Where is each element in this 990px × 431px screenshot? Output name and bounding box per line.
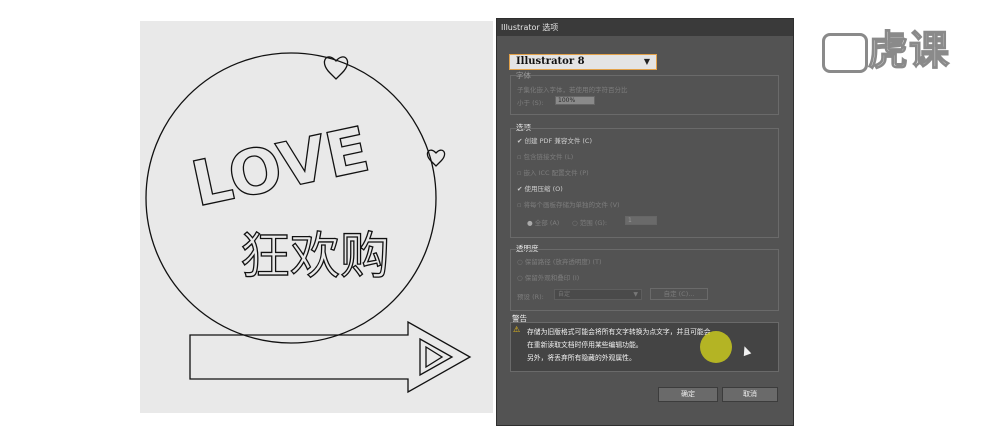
fonts-group-title: 字体: [516, 71, 531, 80]
radio-label: 保留路径 (放弃透明度) (T): [524, 258, 602, 266]
version-value: Illustrator 8: [516, 56, 585, 67]
chevron-down-icon: ▼: [643, 56, 650, 66]
cursor-highlight: [700, 331, 732, 363]
checkbox-label: 创建 PDF 兼容文件 (C): [524, 137, 593, 145]
checkbox-use-compression[interactable]: ✔ 使用压缩 (O): [517, 183, 563, 193]
preset-select[interactable]: 自定 ▼: [554, 289, 642, 300]
preset-label: 预设 (R):: [517, 293, 544, 301]
fonts-description: 子集化嵌入字体，若使用的字符百分比: [517, 86, 628, 94]
check-icon: ✔: [517, 137, 523, 145]
checkbox-label: 包含链接文件 (L): [523, 153, 574, 161]
range-input[interactable]: 1: [625, 216, 657, 225]
preset-value: 自定: [558, 291, 571, 298]
checkbox-empty-icon: ▫: [517, 153, 522, 161]
artwork-svg: LOVE 狂欢购: [145, 52, 472, 394]
cancel-button[interactable]: 取消: [722, 387, 778, 402]
custom-button[interactable]: 自定 (C)...: [650, 288, 708, 300]
checkbox-empty-icon: ▫: [517, 169, 522, 177]
warning-line-3: 另外，将丢弃所有隐藏的外观属性。: [527, 354, 636, 362]
checkbox-label: 使用压缩 (O): [524, 185, 563, 193]
ok-button[interactable]: 确定: [658, 387, 718, 402]
radio-empty-icon: ○: [517, 274, 523, 282]
chinese-text: 狂欢购: [240, 227, 390, 285]
radio-range-label: 范围 (G):: [579, 219, 608, 227]
artwork-canvas: LOVE 狂欢购: [140, 21, 493, 413]
chevron-down-icon: ▼: [633, 291, 638, 298]
huke-logo: 虎课: [822, 18, 950, 75]
radio-preserve-paths[interactable]: ○ 保留路径 (放弃透明度) (T): [517, 256, 602, 266]
love-text: LOVE: [185, 112, 375, 221]
logo-text: 虎课: [867, 27, 950, 74]
logo-mark-icon: [822, 33, 868, 73]
subset-label: 小于 (S):: [517, 99, 544, 107]
version-dropdown[interactable]: Illustrator 8 ▼: [509, 54, 657, 70]
dialog-title: Illustrator 选项: [497, 19, 793, 36]
check-icon: ✔: [517, 185, 523, 193]
fonts-group: [510, 75, 779, 115]
warning-icon: ⚠: [513, 325, 521, 334]
warning-line-2: 在重新读取文档时停用某些编辑功能。: [527, 341, 643, 349]
checkbox-label: 将每个画板存储为单独的文件 (V): [523, 201, 620, 209]
checkbox-pdf-compatible[interactable]: ✔ 创建 PDF 兼容文件 (C): [517, 135, 592, 145]
checkbox-empty-icon: ▫: [517, 201, 522, 209]
radio-label: 保留外观和叠印 (I): [524, 274, 580, 282]
checkbox-include-linked[interactable]: ▫ 包含链接文件 (L): [517, 151, 573, 161]
radio-selected-icon: ●: [527, 219, 533, 227]
radio-empty-icon: ○: [572, 219, 578, 227]
radio-empty-icon: ○: [517, 258, 523, 266]
radio-range[interactable]: ○ 范围 (G):: [572, 217, 607, 227]
radio-preserve-appearance[interactable]: ○ 保留外观和叠印 (I): [517, 272, 579, 282]
checkbox-label: 嵌入 ICC 配置文件 (P): [523, 169, 589, 177]
arrow-shape: [189, 320, 472, 394]
checkbox-save-artboards[interactable]: ▫ 将每个画板存储为单独的文件 (V): [517, 199, 620, 209]
warning-line-1: 存储为旧版格式可能会将所有文字转换为点文字，并且可能会: [527, 328, 711, 336]
illustrator-options-dialog: Illustrator 选项 Illustrator 8 ▼ 字体 子集化嵌入字…: [496, 18, 794, 426]
radio-all[interactable]: ● 全部 (A): [527, 217, 559, 227]
radio-all-label: 全部 (A): [534, 219, 560, 227]
subset-input[interactable]: 100%: [555, 96, 595, 105]
heart-icon: [323, 56, 349, 80]
checkbox-embed-icc[interactable]: ▫ 嵌入 ICC 配置文件 (P): [517, 167, 589, 177]
